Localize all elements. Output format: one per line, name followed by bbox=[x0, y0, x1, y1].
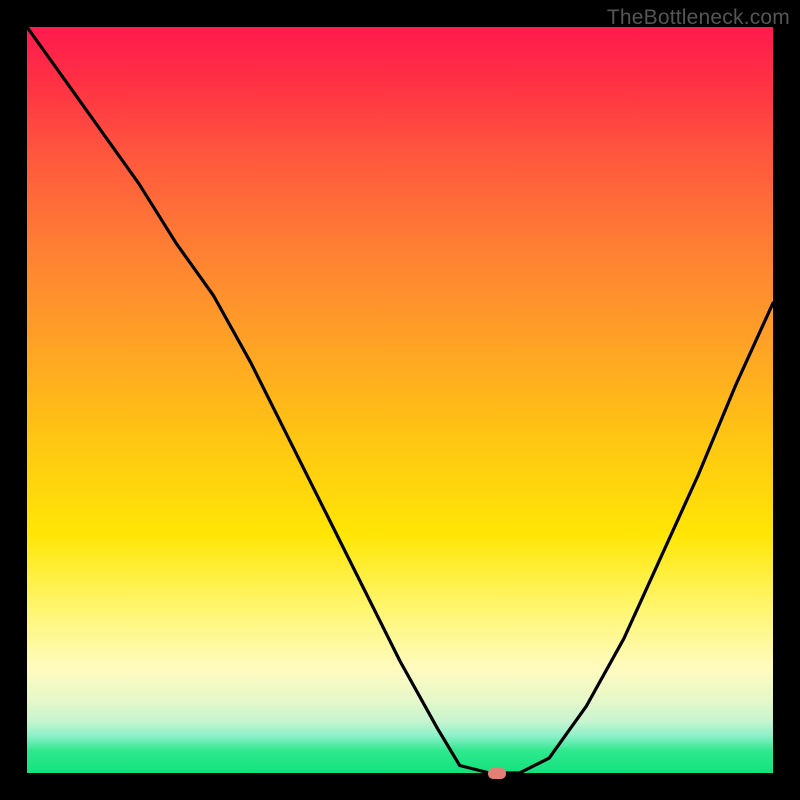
optimum-marker bbox=[488, 768, 506, 779]
curve-path bbox=[27, 27, 773, 773]
bottleneck-curve bbox=[27, 27, 773, 773]
